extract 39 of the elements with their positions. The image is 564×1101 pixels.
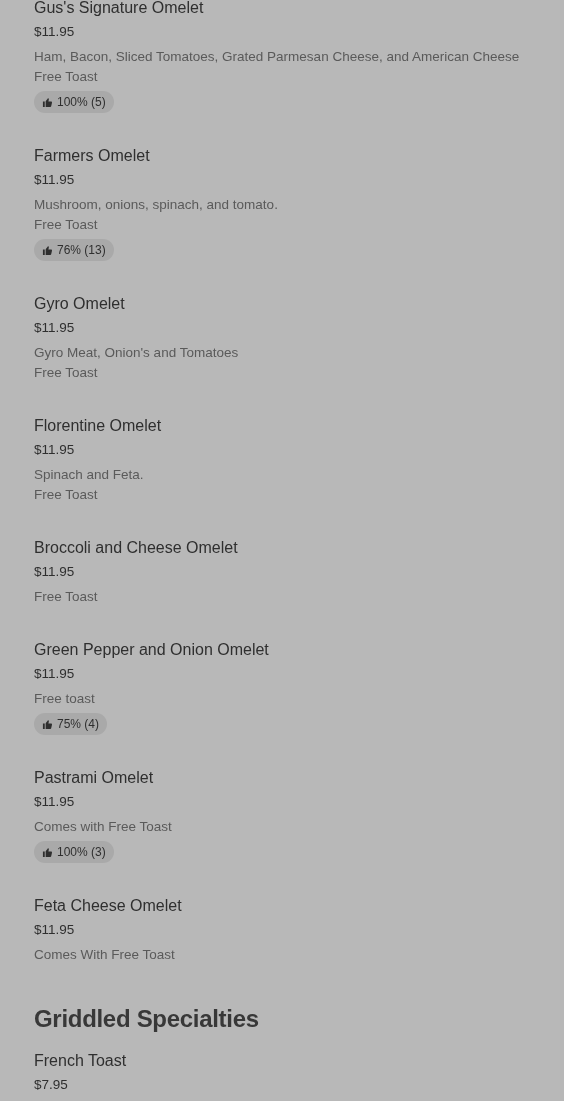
item-description: Ham, Bacon, Sliced Tomatoes, Grated Parmesan Cheese, and American Cheese	[34, 48, 520, 66]
item-price: $11.95	[34, 23, 75, 41]
item-name: Feta Cheese Omelet	[34, 896, 182, 916]
rating-text: 76% (13)	[57, 242, 106, 259]
item-name: Pastrami Omelet	[34, 768, 154, 788]
item-price: $11.95	[34, 319, 75, 337]
item-price: $11.95	[34, 441, 75, 459]
rating-text: 100% (5)	[57, 94, 106, 111]
item-name: Gus's Signature Omelet	[34, 0, 204, 18]
item-name: Florentine Omelet	[34, 416, 162, 436]
item-description: Spinach and Feta.	[34, 466, 144, 484]
rating-text: 75% (4)	[57, 716, 100, 733]
item-description: Free Toast	[34, 486, 99, 504]
item-description: Free Toast	[34, 588, 98, 606]
rating-text: 100% (3)	[57, 844, 106, 861]
item-price: $11.95	[34, 921, 75, 939]
item-price: $11.95	[34, 563, 75, 581]
thumbs-up-icon	[42, 846, 53, 858]
item-price: $11.95	[34, 793, 75, 811]
thumbs-up-icon	[42, 718, 53, 730]
section-heading: Griddled Specialties	[34, 1004, 260, 1034]
item-description: Comes with Free Toast	[34, 818, 172, 836]
thumbs-up-icon	[42, 96, 53, 108]
item-name: Gyro Omelet	[34, 294, 125, 314]
item-name: Broccoli and Cheese Omelet	[34, 538, 238, 558]
item-description: Free Toast	[34, 216, 99, 234]
item-name: French Toast	[34, 1051, 127, 1071]
item-name: Farmers Omelet	[34, 146, 150, 166]
item-price: $7.95	[34, 1076, 68, 1094]
thumbs-up-icon	[42, 244, 53, 256]
item-name: Green Pepper and Onion Omelet	[34, 640, 269, 660]
item-price: $11.95	[34, 171, 75, 189]
item-price: $11.95	[34, 665, 75, 683]
item-description: Comes With Free Toast	[34, 946, 175, 964]
item-description: Free Toast	[34, 364, 99, 382]
item-description: Free toast	[34, 690, 95, 708]
item-description: Free Toast	[34, 68, 99, 86]
item-description: Gyro Meat, Onion's and Tomatoes	[34, 344, 239, 362]
item-description: Mushroom, onions, spinach, and tomato.	[34, 196, 278, 214]
